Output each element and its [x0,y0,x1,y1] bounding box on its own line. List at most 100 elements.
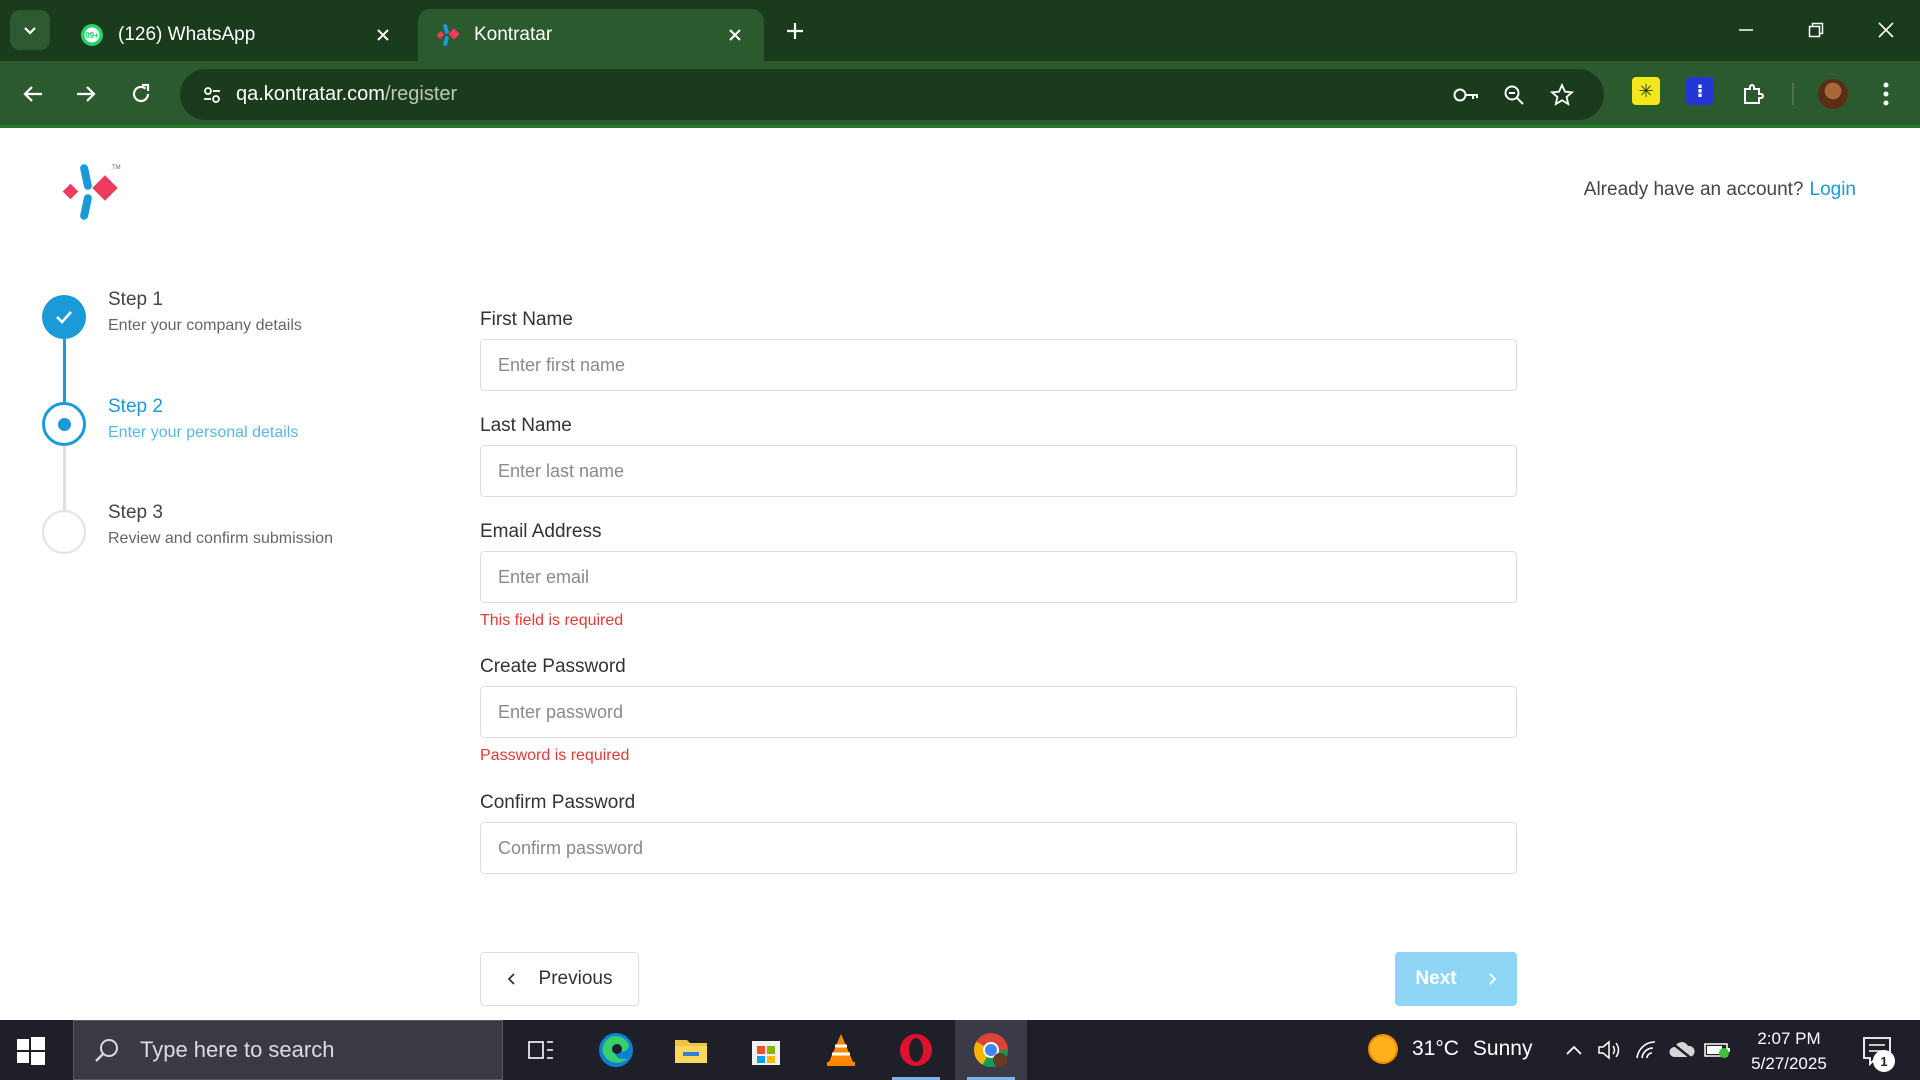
taskbar-vlc[interactable] [805,1020,877,1080]
restore-icon [1808,22,1824,38]
edge-icon [599,1033,633,1067]
windows-start-icon[interactable] [14,1034,48,1068]
trademark-mark: TM [112,165,121,171]
kontratar-favicon-icon [436,24,460,46]
step-1-subtitle: Enter your company details [108,317,302,334]
back-button[interactable] [13,74,53,114]
bookmark-star-icon[interactable] [1546,79,1578,111]
weather-widget[interactable]: 31°C Sunny [1368,1034,1532,1064]
puzzle-piece-icon [1744,84,1764,104]
tab-search-button[interactable] [10,10,50,50]
email-label: Email Address [480,521,602,542]
clock-date: 5/27/2025 [1751,1054,1827,1073]
windows-taskbar: Type here to search 31°C Sunny 2:07 PM 5… [0,1020,1920,1080]
minimize-button[interactable] [1718,8,1774,52]
folder-icon [675,1040,707,1063]
email-input[interactable] [480,551,1517,603]
confirm-password-label: Confirm Password [480,792,636,813]
already-text: Already have an account? [1583,179,1804,200]
stepper-connector-completed [63,339,66,402]
reload-button[interactable] [121,74,161,114]
battery-charging-icon[interactable] [1704,1036,1732,1064]
browser-toolbar: qa.kontratar.com/register ✳ ⁝ [0,61,1920,128]
task-view-button[interactable] [505,1020,577,1080]
current-step-dot [57,417,71,431]
search-icon [92,1035,122,1065]
kontratar-logo[interactable]: TM [60,161,126,223]
email-error-message: This field is required [480,612,624,629]
first-name-label: First Name [480,309,573,330]
step-2-indicator [42,402,86,446]
toolbar-divider [1792,83,1794,105]
minimize-icon [1739,29,1753,31]
whatsapp-unread-badge: 99+ [85,31,99,40]
tab-kontratar[interactable]: Kontratar [418,9,764,61]
taskbar-file-explorer[interactable] [655,1020,727,1080]
extensions-button[interactable] [1733,74,1773,114]
url-host: qa.kontratar.com [236,83,385,105]
browser-tab-strip: 99+ (126) WhatsApp Kontratar [0,0,1920,61]
clock-time: 2:07 PM [1757,1029,1821,1048]
url-path: /register [384,83,458,105]
tab-whatsapp[interactable]: 99+ (126) WhatsApp [62,9,412,61]
close-tab-icon[interactable] [724,24,746,46]
first-name-input[interactable] [480,339,1517,391]
taskbar-search-box[interactable]: Type here to search [73,1020,503,1080]
weather-description: Sunny [1472,1037,1533,1060]
last-name-label: Last Name [480,415,572,436]
kebab-menu-icon [1883,82,1889,106]
new-tab-button[interactable] [778,14,812,48]
step-3-title: Step 3 [108,502,163,523]
password-error-message: Password is required [480,747,630,764]
close-tab-icon[interactable] [372,24,394,46]
extension-asterisk-icon[interactable]: ✳ [1632,77,1660,105]
close-window-button[interactable] [1858,8,1914,52]
create-password-input[interactable] [480,686,1517,738]
password-key-icon[interactable] [1450,79,1482,111]
plus-icon [787,23,803,39]
confirm-password-input[interactable] [480,822,1517,874]
step-1-title: Step 1 [108,289,163,310]
notification-count-badge: 1 [1873,1050,1895,1072]
onedrive-cloud-icon[interactable] [1668,1036,1696,1064]
show-hidden-icons-chevron-up-icon[interactable] [1560,1036,1588,1064]
taskbar-edge[interactable] [580,1020,652,1080]
store-icon [752,1041,780,1065]
create-password-label: Create Password [480,656,626,677]
site-info-button[interactable] [194,77,230,113]
step-2-title: Step 2 [108,396,163,417]
opera-icon [900,1034,932,1066]
restore-button[interactable] [1788,8,1844,52]
sun-icon [1368,1034,1398,1064]
zoom-icon[interactable] [1498,79,1530,111]
volume-icon[interactable] [1596,1036,1624,1064]
next-button-label: Next [1415,968,1457,989]
chevron-down-icon [24,27,36,35]
taskbar-microsoft-store[interactable] [730,1020,802,1080]
last-name-input[interactable] [480,445,1517,497]
forward-button[interactable] [66,74,106,114]
arrow-right-icon [77,86,96,102]
login-link[interactable]: Login [1810,179,1857,200]
previous-button[interactable]: Previous [480,952,639,1006]
chevron-left-icon [507,973,515,985]
taskbar-chrome[interactable] [955,1020,1027,1080]
menu-button[interactable] [1866,74,1906,114]
system-clock[interactable]: 2:07 PM 5/27/2025 [1730,1026,1848,1076]
tab-title: Kontratar [474,24,553,45]
tab-title: (126) WhatsApp [118,24,256,45]
next-button[interactable]: Next [1395,952,1517,1006]
taskbar-opera[interactable] [880,1020,952,1080]
wifi-icon[interactable] [1632,1036,1660,1064]
stepper-connector-pending [63,446,66,510]
chrome-icon [974,1033,1008,1067]
checkmark-icon [56,311,72,324]
address-bar[interactable]: qa.kontratar.com/register [180,69,1604,120]
close-icon [1878,22,1894,38]
step-3-subtitle: Review and confirm submission [108,530,333,547]
url-text[interactable]: qa.kontratar.com/register [236,83,457,106]
extension-blue-icon[interactable]: ⁝ [1686,77,1714,105]
chevron-right-icon [1488,973,1496,985]
profile-avatar[interactable] [1818,79,1848,109]
task-view-icon [528,1041,553,1059]
